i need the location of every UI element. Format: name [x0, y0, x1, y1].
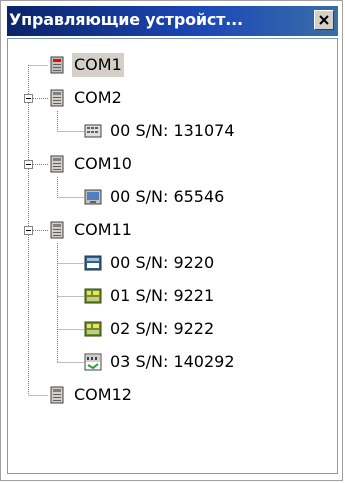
expander-com10[interactable] — [24, 160, 33, 169]
tree-node-label: 01 S/N: 9221 — [110, 286, 215, 305]
close-button[interactable] — [314, 10, 334, 30]
tree-node-label: 00 S/N: 131074 — [110, 121, 235, 140]
com-port-icon-red — [50, 56, 64, 74]
device-module-icon — [84, 288, 102, 304]
control-devices-panel: Управляющие устройст... COM1 COM2 00 S/N… — [0, 0, 343, 481]
tree-node-label: 02 S/N: 9222 — [110, 319, 215, 338]
tree-node-label: COM11 — [74, 220, 132, 239]
device-keypad-icon — [84, 124, 102, 138]
device-monitor-icon — [84, 189, 102, 205]
com-port-icon — [50, 221, 64, 239]
expander-com2[interactable] — [24, 94, 33, 103]
tree-node-label: COM1 — [72, 53, 124, 77]
tree-node-label: COM12 — [74, 385, 132, 404]
device-module-icon — [84, 321, 102, 337]
tree-node-label: 00 S/N: 9220 — [110, 253, 215, 272]
tree-node-label: 00 S/N: 65546 — [110, 187, 225, 206]
com-port-icon — [50, 89, 64, 107]
tree-node-label: COM10 — [74, 154, 132, 173]
device-panel-icon — [84, 255, 102, 271]
panel-titlebar: Управляющие устройст... — [7, 6, 338, 36]
expander-com11[interactable] — [24, 226, 33, 235]
device-tree[interactable]: COM1 COM2 00 S/N: 131074 COM10 00 S/N: 6… — [7, 38, 338, 474]
com-port-icon — [50, 386, 64, 404]
close-icon — [319, 15, 329, 25]
device-cpc-icon — [84, 353, 102, 371]
panel-title: Управляющие устройст... — [9, 10, 243, 29]
tree-node-label: COM2 — [74, 88, 122, 107]
com-port-icon — [50, 155, 64, 173]
tree-node-label: 03 S/N: 140292 — [110, 352, 235, 371]
